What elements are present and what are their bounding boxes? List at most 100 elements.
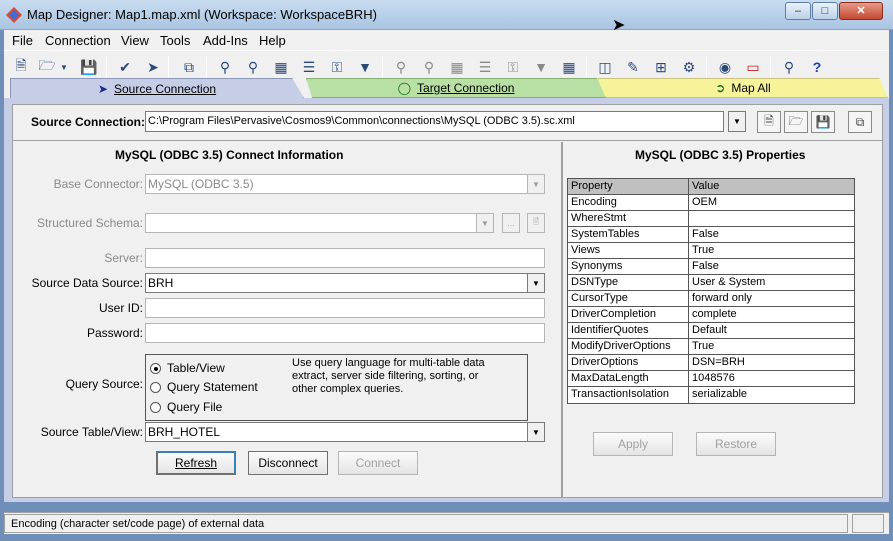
menu-file[interactable]: File xyxy=(12,33,33,48)
filter-icon[interactable]: ▼ xyxy=(354,56,376,78)
property-value[interactable]: User & System xyxy=(689,275,854,290)
table-row[interactable]: DriverCompletion complete xyxy=(568,307,854,323)
open-icon[interactable]: 🗁 xyxy=(36,56,58,78)
property-value[interactable]: True xyxy=(689,243,854,258)
table-row[interactable]: DriverOptions DSN=BRH xyxy=(568,355,854,371)
table-row[interactable]: TransactionIsolation serializable xyxy=(568,387,854,403)
menu-tools[interactable]: Tools xyxy=(160,33,190,48)
menu-help[interactable]: Help xyxy=(259,33,286,48)
edit-panel-icon[interactable]: ✎ xyxy=(622,56,644,78)
property-value[interactable]: False xyxy=(689,227,854,242)
property-value[interactable]: forward only xyxy=(689,291,854,306)
table-row[interactable]: IdentifierQuotes Default xyxy=(568,323,854,339)
property-value[interactable]: False xyxy=(689,259,854,274)
minimize-button[interactable]: – xyxy=(785,2,811,20)
refresh-button[interactable]: Refresh xyxy=(156,451,236,475)
radio-query-statement[interactable]: Query Statement xyxy=(150,380,258,394)
table-row[interactable]: Encoding OEM xyxy=(568,195,854,211)
radio-query-file[interactable]: Query File xyxy=(150,400,222,414)
save-icon[interactable]: 💾 xyxy=(78,56,100,78)
menu-connection[interactable]: Connection xyxy=(45,33,111,48)
properties-icon[interactable]: ⧉ xyxy=(178,56,200,78)
new-icon[interactable]: 🗎 xyxy=(10,56,32,78)
validate-check-icon[interactable]: ✔ xyxy=(114,56,136,78)
table-row[interactable]: Views True xyxy=(568,243,854,259)
save-connection-icon[interactable]: 💾 xyxy=(811,111,835,133)
property-name: Synonyms xyxy=(568,259,689,274)
property-name: TransactionIsolation xyxy=(568,387,689,403)
schema-icon[interactable]: ▦ xyxy=(270,56,292,78)
source-table-label: Source Table/View: xyxy=(40,425,143,439)
menu-add-ins[interactable]: Add-Ins xyxy=(203,33,248,48)
user-id-field[interactable] xyxy=(145,298,545,318)
run-arrow-icon[interactable]: ➤ xyxy=(142,56,164,78)
table-row[interactable]: WhereStmt xyxy=(568,211,854,227)
help-icon[interactable]: ? xyxy=(806,56,828,78)
disconnect-button[interactable]: Disconnect xyxy=(248,451,328,475)
menu-bar: File Connection View Tools Add-Ins Help xyxy=(4,30,889,50)
connection-properties-icon[interactable]: ⧉ xyxy=(848,111,872,133)
table-row[interactable]: MaxDataLength 1048576 xyxy=(568,371,854,387)
radio-icon xyxy=(150,401,161,413)
panel-icon[interactable]: ◫ xyxy=(594,56,616,78)
grid-icon[interactable]: ⊞ xyxy=(650,56,672,78)
tab-target-connection[interactable]: ◯ Target Connection xyxy=(306,78,606,98)
table-row[interactable]: ModifyDriverOptions True xyxy=(568,339,854,355)
binoculars-icon[interactable]: ◉ xyxy=(714,56,736,78)
target-grid-icon[interactable]: ▦ xyxy=(558,56,580,78)
password-field[interactable] xyxy=(145,323,545,343)
property-name: Views xyxy=(568,243,689,258)
search-icon[interactable]: ⚲ xyxy=(242,56,264,78)
open-connection-icon[interactable]: 🗁 xyxy=(784,111,808,133)
property-value[interactable]: 1048576 xyxy=(689,371,854,386)
window-title: Map Designer: Map1.map.xml (Workspace: W… xyxy=(27,7,377,22)
source-table-dropdown-icon[interactable]: ▼ xyxy=(527,422,545,442)
property-value[interactable]: OEM xyxy=(689,195,854,210)
menu-view[interactable]: View xyxy=(121,33,149,48)
zoom-icon[interactable]: ⚲ xyxy=(214,56,236,78)
password-label: Password: xyxy=(86,326,143,340)
property-value[interactable] xyxy=(689,211,854,226)
status-text: Encoding (character set/code page) of ex… xyxy=(4,514,848,533)
property-name: DSNType xyxy=(568,275,689,290)
property-value[interactable]: Default xyxy=(689,323,854,338)
property-value[interactable]: True xyxy=(689,339,854,354)
tool-icon[interactable]: ⚙ xyxy=(678,56,700,78)
property-value[interactable]: complete xyxy=(689,307,854,322)
chevron-down-icon[interactable]: ▼ xyxy=(728,111,746,132)
source-data-source-dropdown-icon[interactable]: ▼ xyxy=(527,273,545,293)
tab-map-all[interactable]: ➲ Map All xyxy=(598,78,888,98)
new-connection-icon[interactable]: 🗎 xyxy=(757,111,781,133)
close-button[interactable]: ✕ xyxy=(839,2,883,20)
property-name: ModifyDriverOptions xyxy=(568,339,689,354)
header-property: Property xyxy=(568,179,689,194)
schema-file-icon: 🗎 xyxy=(527,213,545,233)
title-bar: Map Designer: Map1.map.xml (Workspace: W… xyxy=(0,0,893,30)
table-row[interactable]: CursorType forward only xyxy=(568,291,854,307)
source-arrow-icon: ➤ xyxy=(97,81,108,96)
tab-source-connection[interactable]: ➤ Source Connection xyxy=(10,78,304,98)
find-icon[interactable]: ⚲ xyxy=(778,56,800,78)
book-icon[interactable]: ▭ xyxy=(742,56,764,78)
query-source-note: Use query language for multi-table data … xyxy=(292,357,485,395)
property-name: CursorType xyxy=(568,291,689,306)
source-connection-path[interactable]: C:\Program Files\Pervasive\Cosmos9\Commo… xyxy=(145,111,724,132)
status-bar: Encoding (character set/code page) of ex… xyxy=(4,512,889,534)
source-data-source-label: Source Data Source: xyxy=(31,276,143,290)
server-label: Server: xyxy=(104,251,143,265)
table-row[interactable]: DSNType User & System xyxy=(568,275,854,291)
open-dropdown-icon[interactable]: ▼ xyxy=(58,56,70,78)
list-icon[interactable]: ☰ xyxy=(298,56,320,78)
source-data-source-field[interactable]: BRH xyxy=(145,273,529,293)
property-name: MaxDataLength xyxy=(568,371,689,386)
table-row[interactable]: SystemTables False xyxy=(568,227,854,243)
connect-button: Connect xyxy=(338,451,418,475)
property-value[interactable]: DSN=BRH xyxy=(689,355,854,370)
table-row[interactable]: Synonyms False xyxy=(568,259,854,275)
maximize-button[interactable]: □ xyxy=(812,2,838,20)
source-table-field[interactable]: BRH_HOTEL xyxy=(145,422,529,442)
key-icon[interactable]: ⚿ xyxy=(326,56,348,78)
property-value[interactable]: serializable xyxy=(689,387,854,403)
target-filter-icon: ▼ xyxy=(534,59,548,75)
radio-table-view[interactable]: Table/View xyxy=(150,361,225,375)
